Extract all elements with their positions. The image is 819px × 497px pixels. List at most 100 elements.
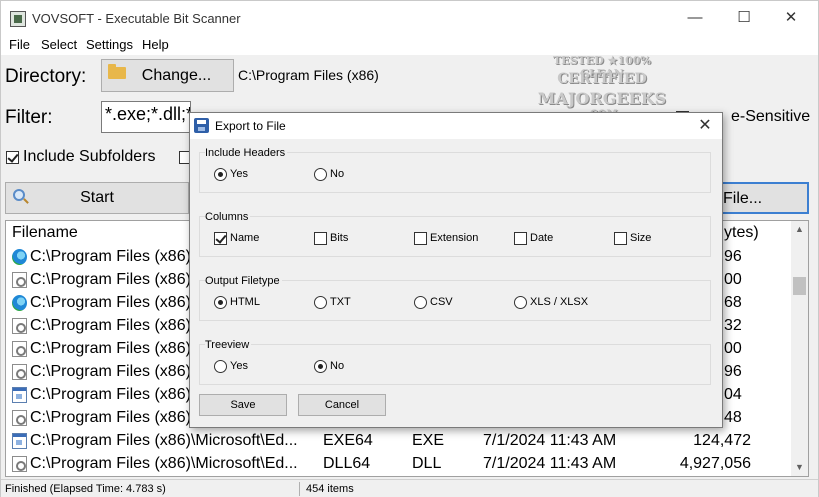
status-elapsed: Finished (Elapsed Time: 4.783 s): [5, 483, 166, 495]
status-separator: [299, 482, 300, 496]
menu-help[interactable]: Help: [142, 37, 169, 52]
start-button-label: Start: [80, 189, 114, 206]
columns-label: Columns: [205, 211, 251, 223]
row-filename: C:\Program Files (x86): [30, 271, 191, 288]
edge-icon: [12, 295, 27, 311]
column-date-checkbox[interactable]: [514, 232, 527, 245]
row-date: 7/1/2024 11:43 AM: [483, 455, 617, 472]
row-size: 00: [724, 271, 742, 288]
scroll-up-icon[interactable]: ▲: [791, 221, 808, 238]
row-bits: EXE64: [323, 432, 373, 449]
dll-icon: [12, 410, 27, 426]
dialog-close-icon[interactable]: ✕: [694, 115, 716, 137]
title-bar: VOVSOFT - Executable Bit Scanner — ☐ ✕: [1, 1, 818, 35]
save-to-file-label: File...: [723, 190, 763, 207]
output-filetype-label: Output Filetype: [205, 275, 282, 287]
treeview-label: Treeview: [205, 339, 252, 351]
row-size: 04: [724, 386, 742, 403]
row-size: 00: [724, 340, 742, 357]
filetype-csv-radio[interactable]: [414, 296, 427, 309]
filetype-xls-label: XLS / XLSX: [530, 296, 589, 308]
column-bits-label: Bits: [330, 232, 349, 244]
row-bits: DLL64: [323, 455, 371, 472]
treeview-yes-label: Yes: [230, 360, 248, 372]
row-size: 32: [724, 317, 742, 334]
exe-icon: [12, 387, 27, 403]
row-size: 96: [724, 248, 742, 265]
dll-icon: [12, 272, 27, 288]
minimize-button[interactable]: —: [672, 1, 718, 35]
column-header-filename[interactable]: Filename: [12, 224, 78, 242]
table-row[interactable]: C:\Program Files (x86)\Microsoft\Ed... E…: [6, 430, 792, 453]
app-icon: [10, 11, 26, 27]
row-filename: C:\Program Files (x86): [30, 340, 191, 357]
menu-select[interactable]: Select: [41, 37, 77, 52]
menu-settings[interactable]: Settings: [86, 37, 133, 52]
filter-input[interactable]: *.exe;*.dll;*: [101, 101, 191, 133]
column-size-label: Size: [630, 232, 652, 244]
status-bar: Finished (Elapsed Time: 4.783 s) 454 ite…: [1, 479, 818, 497]
filetype-txt-label: TXT: [330, 296, 351, 308]
filter-label: Filter:: [5, 107, 53, 128]
include-headers-yes-radio[interactable]: [214, 168, 227, 181]
dialog-save-button[interactable]: Save: [199, 394, 287, 416]
save-disk-icon: [194, 118, 209, 133]
status-item-count: 454 items: [306, 483, 354, 495]
edge-icon: [12, 249, 27, 265]
table-row[interactable]: C:\Program Files (x86)\Microsoft\Ed... D…: [6, 453, 792, 476]
directory-path: C:\Program Files (x86): [238, 67, 379, 83]
start-button[interactable]: Start: [5, 182, 189, 214]
row-date: 7/1/2024 11:43 AM: [483, 432, 617, 449]
menu-file[interactable]: File: [9, 37, 30, 52]
watermark-line-2: CERTIFIED: [557, 71, 647, 87]
row-filename: C:\Program Files (x86): [30, 294, 191, 311]
folder-icon: [108, 64, 126, 79]
watermark-line-3: MAJORGEEKS: [537, 89, 667, 108]
include-headers-no-label: No: [330, 168, 345, 180]
treeview-yes-radio[interactable]: [214, 360, 227, 373]
filetype-txt-radio[interactable]: [314, 296, 327, 309]
filetype-html-radio[interactable]: [214, 296, 227, 309]
dialog-title-bar: Export to File ✕: [190, 113, 722, 139]
scroll-down-icon[interactable]: ▼: [791, 459, 808, 476]
vertical-scrollbar[interactable]: ▲ ▼: [791, 221, 808, 476]
column-name-label: Name: [230, 232, 260, 244]
main-window: VOVSOFT - Executable Bit Scanner — ☐ ✕ F…: [0, 0, 819, 497]
scroll-thumb[interactable]: [793, 277, 806, 295]
row-size: 96: [724, 363, 742, 380]
maximize-button[interactable]: ☐: [721, 1, 767, 35]
row-filename: C:\Program Files (x86): [30, 248, 191, 265]
row-size: 48: [724, 409, 742, 426]
export-dialog: Export to File ✕ Include Headers Yes No …: [189, 112, 723, 428]
row-filename: C:\Program Files (x86)\Microsoft\Ed...: [30, 432, 298, 449]
include-headers-label: Include Headers: [205, 147, 288, 159]
directory-label: Directory:: [5, 66, 87, 87]
case-sensitive-label: e-Sensitive: [731, 108, 811, 125]
row-size: 124,472: [693, 432, 751, 449]
row-filename: C:\Program Files (x86): [30, 317, 191, 334]
filetype-csv-label: CSV: [430, 296, 453, 308]
include-headers-yes-label: Yes: [230, 168, 248, 180]
include-headers-no-radio[interactable]: [314, 168, 327, 181]
include-subfolders-checkbox[interactable]: [6, 151, 19, 164]
row-size: 4,927,056: [679, 455, 751, 472]
row-extension: DLL: [412, 455, 442, 472]
change-directory-button[interactable]: Change...: [101, 59, 234, 92]
filetype-xls-radio[interactable]: [514, 296, 527, 309]
column-extension-checkbox[interactable]: [414, 232, 427, 245]
close-button[interactable]: ✕: [768, 1, 814, 35]
row-filename: C:\Program Files (x86): [30, 409, 191, 426]
magnifier-icon: [13, 189, 25, 201]
column-extension-label: Extension: [430, 232, 479, 244]
dll-icon: [12, 341, 27, 357]
column-name-checkbox[interactable]: [214, 232, 227, 245]
column-header-size[interactable]: ytes): [724, 224, 759, 242]
dialog-title: Export to File: [215, 119, 286, 133]
row-filename: C:\Program Files (x86): [30, 363, 191, 380]
dialog-cancel-button[interactable]: Cancel: [298, 394, 386, 416]
column-bits-checkbox[interactable]: [314, 232, 327, 245]
treeview-no-radio[interactable]: [314, 360, 327, 373]
column-date-label: Date: [530, 232, 554, 244]
column-size-checkbox[interactable]: [614, 232, 627, 245]
window-title: VOVSOFT - Executable Bit Scanner: [32, 11, 241, 26]
